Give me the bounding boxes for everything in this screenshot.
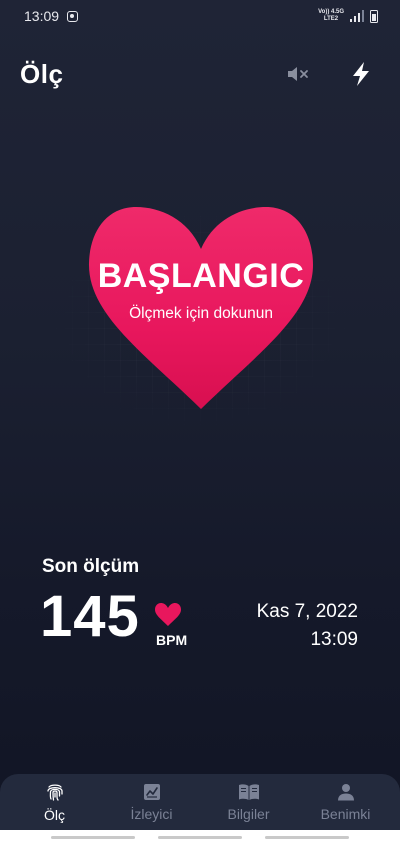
notification-icon bbox=[67, 10, 79, 22]
start-subtitle: Ölçmek için dokunun bbox=[129, 305, 273, 322]
nav-label-measure: Ölç bbox=[44, 806, 65, 823]
network-top-text: Vo)) 4.5G bbox=[318, 9, 344, 15]
flash-button[interactable] bbox=[346, 59, 376, 89]
page-title: Ölç bbox=[20, 58, 64, 89]
nav-item-profile[interactable]: Benimki bbox=[297, 774, 394, 830]
header: Ölç bbox=[20, 52, 376, 96]
network-indicator: Vo)) 4.5G LTE2 bbox=[318, 9, 344, 23]
bpm-unit: BPM bbox=[156, 632, 188, 648]
flash-icon bbox=[353, 62, 369, 86]
person-icon bbox=[337, 783, 354, 800]
book-icon bbox=[238, 783, 259, 800]
bpm-value: 145 bbox=[40, 584, 140, 649]
start-title: BAŞLANGIC bbox=[97, 257, 305, 295]
fingerprint-icon bbox=[46, 783, 63, 801]
status-time: 13:09 bbox=[24, 8, 60, 24]
nav-label-info: Bilgiler bbox=[227, 805, 270, 822]
signal-icon bbox=[350, 10, 364, 22]
system-gesture-bar bbox=[0, 830, 400, 844]
header-actions bbox=[284, 59, 376, 89]
nav-label-profile: Benimki bbox=[320, 805, 371, 822]
back-handle[interactable] bbox=[264, 835, 349, 839]
status-bar: 13:09 Vo)) 4.5G LTE2 bbox=[0, 0, 400, 32]
measurement-date: Kas 7, 2022 bbox=[256, 601, 358, 622]
status-right: Vo)) 4.5G LTE2 bbox=[318, 9, 378, 23]
battery-icon bbox=[370, 9, 378, 23]
last-measurement-label: Son ölçüm bbox=[42, 556, 140, 577]
bottom-nav: Ölç İzleyici Bilgiler Benimki bbox=[0, 774, 400, 830]
home-handle[interactable] bbox=[157, 835, 242, 839]
status-left: 13:09 bbox=[24, 8, 79, 24]
nav-item-info[interactable]: Bilgiler bbox=[200, 774, 297, 830]
chart-icon bbox=[143, 783, 160, 800]
nav-item-measure[interactable]: Ölç bbox=[6, 774, 103, 830]
mute-button[interactable] bbox=[284, 59, 314, 89]
start-measure-button[interactable]: BAŞLANGIC Ölçmek için dokunun bbox=[88, 205, 314, 411]
recents-handle[interactable] bbox=[51, 835, 136, 839]
nav-item-tracker[interactable]: İzleyici bbox=[103, 774, 200, 830]
measurement-time: 13:09 bbox=[310, 629, 358, 650]
mute-icon bbox=[288, 67, 308, 81]
network-bottom-text: LTE2 bbox=[323, 16, 339, 22]
heart-icon bbox=[155, 603, 181, 626]
nav-label-tracker: İzleyici bbox=[130, 805, 173, 822]
